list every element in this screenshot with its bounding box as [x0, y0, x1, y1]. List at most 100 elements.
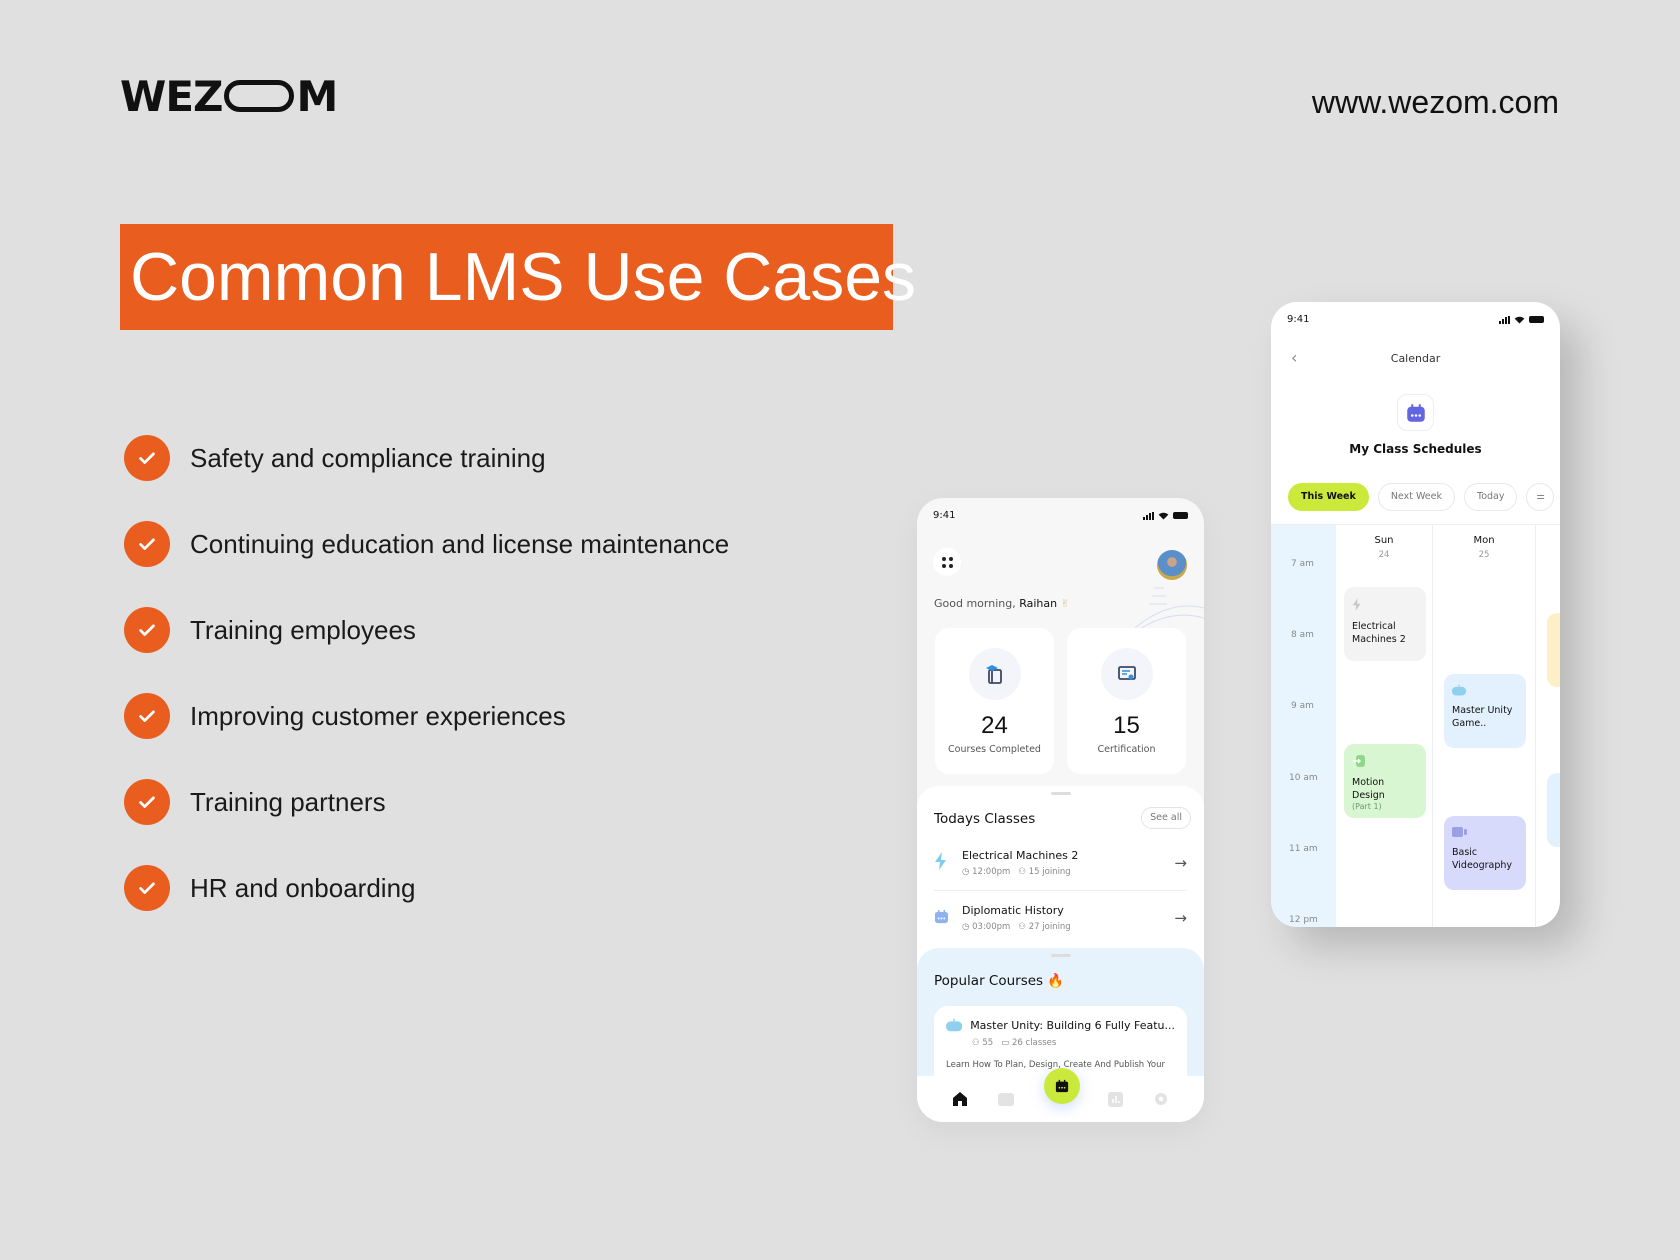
event-basic-videography[interactable]: Basic Videography — [1444, 816, 1526, 890]
chart-icon[interactable] — [1106, 1090, 1124, 1108]
class-item[interactable]: Electrical Machines 2 ◷ 12:00pm ⚇ 15 joi… — [934, 836, 1187, 890]
video-icon: ▭ — [1001, 1038, 1012, 1048]
week-filter-chips: This Week Next Week Today ⚌ — [1288, 483, 1555, 511]
time-label: 10 am — [1289, 773, 1318, 783]
time-label: 8 am — [1291, 630, 1314, 640]
day-header-mon[interactable]: Mon 25 — [1434, 535, 1534, 560]
drag-handle[interactable] — [1050, 792, 1071, 795]
class-time: 12:00pm — [972, 867, 1011, 877]
schedule-title: My Class Schedules — [1349, 442, 1482, 456]
use-case-item: Improving customer experiences — [124, 692, 729, 740]
fire-icon: 🔥 — [1047, 973, 1065, 989]
check-circle-icon — [124, 435, 170, 481]
class-joining: 27 joining — [1028, 922, 1071, 932]
drag-handle[interactable] — [1050, 954, 1071, 957]
check-circle-icon — [124, 693, 170, 739]
filter-settings-icon[interactable]: ⚌ — [1526, 483, 1555, 511]
event-clipped[interactable] — [1547, 773, 1560, 847]
time-label: 12 pm — [1289, 915, 1318, 925]
use-case-item: Training partners — [124, 778, 729, 826]
class-item[interactable]: Diplomatic History ◷ 03:00pm ⚇ 27 joinin… — [934, 891, 1187, 945]
use-case-label: Improving customer experiences — [190, 700, 566, 731]
use-case-label: Training partners — [190, 786, 386, 817]
menu-button[interactable] — [933, 548, 961, 576]
user-name: Raihan — [1019, 597, 1058, 610]
screen-title: Calendar — [1390, 352, 1441, 365]
status-bar: 9:41 — [1287, 314, 1544, 325]
stat-label: Courses Completed — [948, 744, 1041, 755]
calendar-phone-mockup: 9:41 ‹ Calendar My Class Schedules This … — [1271, 302, 1560, 927]
class-name: Electrical Machines 2 — [962, 849, 1079, 862]
check-circle-icon — [124, 521, 170, 567]
decorative-lines — [1123, 587, 1204, 638]
settings-icon[interactable] — [1152, 1090, 1170, 1108]
event-motion-design[interactable]: Motion Design (Part 1) — [1344, 744, 1426, 818]
wifi-icon — [1158, 512, 1169, 520]
use-case-item: Continuing education and license mainten… — [124, 520, 729, 568]
use-case-item: HR and onboarding — [124, 864, 729, 912]
certificate-icon — [1100, 648, 1153, 700]
day-divider — [1432, 525, 1433, 927]
check-circle-icon — [124, 607, 170, 653]
calendar-icon — [1055, 1079, 1069, 1093]
website-url: www.wezom.com — [1311, 84, 1559, 120]
page-title-banner: Common LMS Use Cases — [120, 224, 916, 330]
logo-text-left: WEZ — [120, 71, 223, 121]
signal-icon — [1499, 315, 1510, 324]
check-circle-icon — [124, 779, 170, 825]
calendar-fab-button[interactable] — [1044, 1068, 1080, 1104]
time-label: 9 am — [1291, 701, 1314, 711]
stat-value: 24 — [981, 712, 1008, 739]
folder-icon[interactable] — [997, 1090, 1015, 1108]
course-name: Master Unity: Building 6 Fully Featu... — [970, 1018, 1175, 1032]
class-name: Diplomatic History — [962, 904, 1064, 917]
home-phone-mockup: 9:41 Good morning, Raihan ✌ 24 Courses C… — [917, 498, 1204, 1122]
course-classes: 26 classes — [1012, 1038, 1057, 1048]
chip-next-week[interactable]: Next Week — [1377, 483, 1455, 511]
event-master-unity[interactable]: Master Unity Game.. — [1444, 674, 1526, 748]
status-time: 9:41 — [933, 510, 956, 521]
course-students: 55 — [982, 1038, 994, 1048]
stat-value: 15 — [1113, 712, 1140, 739]
lightning-icon — [934, 852, 962, 874]
graduation-book-icon — [968, 648, 1021, 700]
status-bar: 9:41 — [933, 510, 1188, 521]
people-icon: ⚇ — [1018, 867, 1029, 877]
gamepad-icon — [946, 1018, 963, 1032]
event-clipped[interactable] — [1547, 613, 1560, 687]
logo-text-right: M — [296, 71, 338, 121]
day-header-sun[interactable]: Sun 24 — [1334, 535, 1434, 560]
logo-o-shape — [224, 80, 295, 112]
greeting: Good morning, Raihan ✌ — [934, 597, 1070, 610]
use-case-label: HR and onboarding — [190, 872, 416, 903]
event-electrical-machines[interactable]: Electrical Machines 2 — [1344, 587, 1426, 661]
stat-card-courses-completed[interactable]: 24 Courses Completed — [935, 628, 1054, 774]
enter-icon — [1353, 755, 1365, 767]
stat-card-certification[interactable]: 15 Certification — [1067, 628, 1186, 774]
signal-icon — [1143, 511, 1154, 520]
use-case-label: Continuing education and license mainten… — [190, 528, 730, 559]
use-case-list: Safety and compliance training Continuin… — [124, 434, 729, 950]
check-circle-icon — [124, 865, 170, 911]
week-calendar-grid: 7 am 8 am 9 am 10 am 11 am 12 pm Sun 24 M… — [1271, 524, 1560, 927]
clock-icon: ◷ — [962, 867, 973, 877]
chip-today[interactable]: Today — [1464, 483, 1518, 511]
battery-icon — [1173, 512, 1188, 519]
section-title: Todays Classes — [934, 811, 1036, 827]
stat-label: Certification — [1097, 744, 1156, 755]
section-title: Popular Courses 🔥 — [934, 973, 1065, 989]
see-all-button[interactable]: See all — [1141, 807, 1191, 829]
use-case-item: Safety and compliance training — [124, 434, 729, 482]
use-case-item: Training employees — [124, 606, 729, 654]
chip-this-week[interactable]: This Week — [1288, 483, 1369, 511]
use-case-label: Training employees — [190, 614, 416, 645]
time-label: 7 am — [1291, 559, 1314, 569]
people-icon: ⚇ — [972, 1038, 983, 1048]
arrow-right-icon[interactable]: → — [1174, 854, 1187, 872]
class-joining: 15 joining — [1028, 867, 1071, 877]
home-icon[interactable] — [951, 1090, 969, 1108]
calendar-icon — [934, 909, 962, 928]
gamepad-icon — [1452, 684, 1466, 696]
status-time: 9:41 — [1287, 314, 1310, 325]
arrow-right-icon[interactable]: → — [1174, 909, 1187, 927]
